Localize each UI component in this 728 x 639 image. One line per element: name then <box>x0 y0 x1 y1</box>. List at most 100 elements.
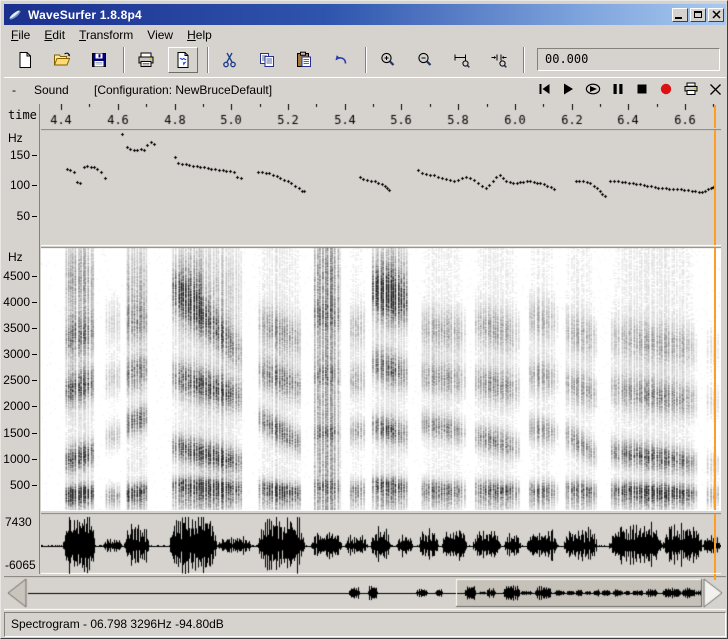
menu-item-edit[interactable]: Edit <box>37 27 72 43</box>
copy-button[interactable] <box>252 47 282 73</box>
pane-title: Sound <box>34 83 69 97</box>
menu-item-transform[interactable]: Transform <box>72 27 140 43</box>
pitch-tick-mark <box>32 155 37 156</box>
play-icon <box>561 82 575 96</box>
pitch-plot-canvas[interactable] <box>41 129 721 246</box>
waveform-max-label: 7430 <box>5 515 32 529</box>
save-floppy-icon <box>90 51 108 69</box>
copy-icon <box>258 51 276 69</box>
status-text: Spectrogram - 06.798 3296Hz -94.80dB <box>11 617 224 631</box>
spectrogram-canvas[interactable] <box>41 247 721 511</box>
playback-cursor <box>714 514 716 573</box>
toolbar-separator <box>123 47 125 73</box>
minimize-button[interactable] <box>672 8 688 22</box>
pitch-tick-label: 50 <box>1 209 30 223</box>
time-axis-label: time <box>8 108 37 122</box>
menu-bar: FileEditTransformViewHelp <box>4 26 726 43</box>
overview-scrollbar[interactable] <box>4 576 726 610</box>
toolbar: 00.000 <box>4 44 726 75</box>
new-file-icon <box>16 51 34 69</box>
waveform-canvas[interactable] <box>41 513 721 574</box>
pane-collapse-button[interactable]: - <box>12 83 16 97</box>
menu-item-file[interactable]: File <box>4 27 37 43</box>
window-title: WaveSurfer 1.8.8p4 <box>28 8 142 22</box>
minimize-icon <box>675 17 682 19</box>
open-folder-icon <box>53 51 71 69</box>
open-button[interactable] <box>47 47 77 73</box>
zoom-in-icon <box>379 51 397 69</box>
play-loop-button[interactable] <box>585 82 601 96</box>
paste-button[interactable] <box>289 47 319 73</box>
pitch-tick-mark <box>32 185 37 186</box>
sound-pane-header: - Sound [Configuration: NewBruceDefault] <box>4 77 726 102</box>
pitch-unit-label: Hz <box>8 131 23 145</box>
cut-button[interactable] <box>215 47 245 73</box>
spectrogram-tick-label: 2500 <box>1 373 30 387</box>
pane-print-button[interactable] <box>683 82 699 96</box>
spectrogram-tick-label: 1000 <box>1 452 30 466</box>
skip-to-start-button[interactable] <box>537 82 551 96</box>
spectrogram-tick-label: 2000 <box>1 399 30 413</box>
playback-cursor <box>714 248 716 510</box>
spectrogram-tick-label: 1500 <box>1 426 30 440</box>
menu-item-view[interactable]: View <box>140 27 180 43</box>
pane-close-button[interactable] <box>709 83 722 96</box>
zoom-selection-button[interactable] <box>447 47 477 73</box>
undo-arrow-icon <box>332 51 350 69</box>
spectrogram-tick-label: 4500 <box>1 269 30 283</box>
time-ruler[interactable] <box>41 104 721 128</box>
spectrogram-tick-mark <box>32 380 37 381</box>
cut-scissors-icon <box>221 51 239 69</box>
zoom-selection-icon <box>453 51 471 69</box>
zoom-fit-button[interactable] <box>484 47 514 73</box>
close-icon <box>712 10 721 19</box>
pane-close-icon <box>709 83 722 96</box>
pitch-tick-mark <box>32 216 37 217</box>
spectrogram-tick-mark <box>32 485 37 486</box>
maximize-button[interactable] <box>690 8 706 22</box>
axis-divider <box>39 104 40 574</box>
skip-to-start-icon <box>537 82 551 96</box>
waveform-min-label: -6065 <box>5 558 36 572</box>
spectrogram-tick-mark <box>32 276 37 277</box>
zoom-out-button[interactable] <box>410 47 440 73</box>
print-icon <box>137 51 155 69</box>
spectrogram-tick-mark <box>32 302 37 303</box>
undo-button[interactable] <box>326 47 356 73</box>
spectrogram-tick-mark <box>32 459 37 460</box>
configuration-button[interactable] <box>168 47 198 73</box>
stop-icon <box>635 82 649 96</box>
configuration-icon <box>174 51 192 69</box>
record-button[interactable] <box>659 82 673 96</box>
printer-icon <box>683 82 699 96</box>
spectrogram-tick-label: 3000 <box>1 347 30 361</box>
pitch-tick-label: 100 <box>1 178 30 192</box>
toolbar-separator <box>365 47 367 73</box>
save-button[interactable] <box>84 47 114 73</box>
paste-clipboard-icon <box>295 51 313 69</box>
playback-cursor <box>714 574 716 580</box>
play-button[interactable] <box>561 82 575 96</box>
playback-cursor <box>714 105 716 128</box>
zoom-fit-icon <box>490 51 508 69</box>
playback-cursor <box>714 130 716 245</box>
maximize-icon <box>694 11 702 18</box>
app-icon <box>7 7 23 23</box>
spectrogram-tick-mark <box>32 354 37 355</box>
title-bar[interactable]: WaveSurfer 1.8.8p4 <box>4 4 726 25</box>
spectrogram-tick-mark <box>32 328 37 329</box>
pause-button[interactable] <box>611 82 625 96</box>
stop-button[interactable] <box>635 82 649 96</box>
toolbar-separator <box>207 47 209 73</box>
time-entry[interactable]: 00.000 <box>537 48 720 71</box>
print-button[interactable] <box>131 47 161 73</box>
spectrogram-tick-mark <box>32 406 37 407</box>
zoom-out-icon <box>416 51 434 69</box>
menu-item-help[interactable]: Help <box>180 27 219 43</box>
close-button[interactable] <box>708 8 724 22</box>
zoom-in-button[interactable] <box>373 47 403 73</box>
spectrogram-tick-label: 4000 <box>1 295 30 309</box>
new-button[interactable] <box>10 47 40 73</box>
pause-icon <box>611 82 625 96</box>
spectrogram-tick-label: 3500 <box>1 321 30 335</box>
